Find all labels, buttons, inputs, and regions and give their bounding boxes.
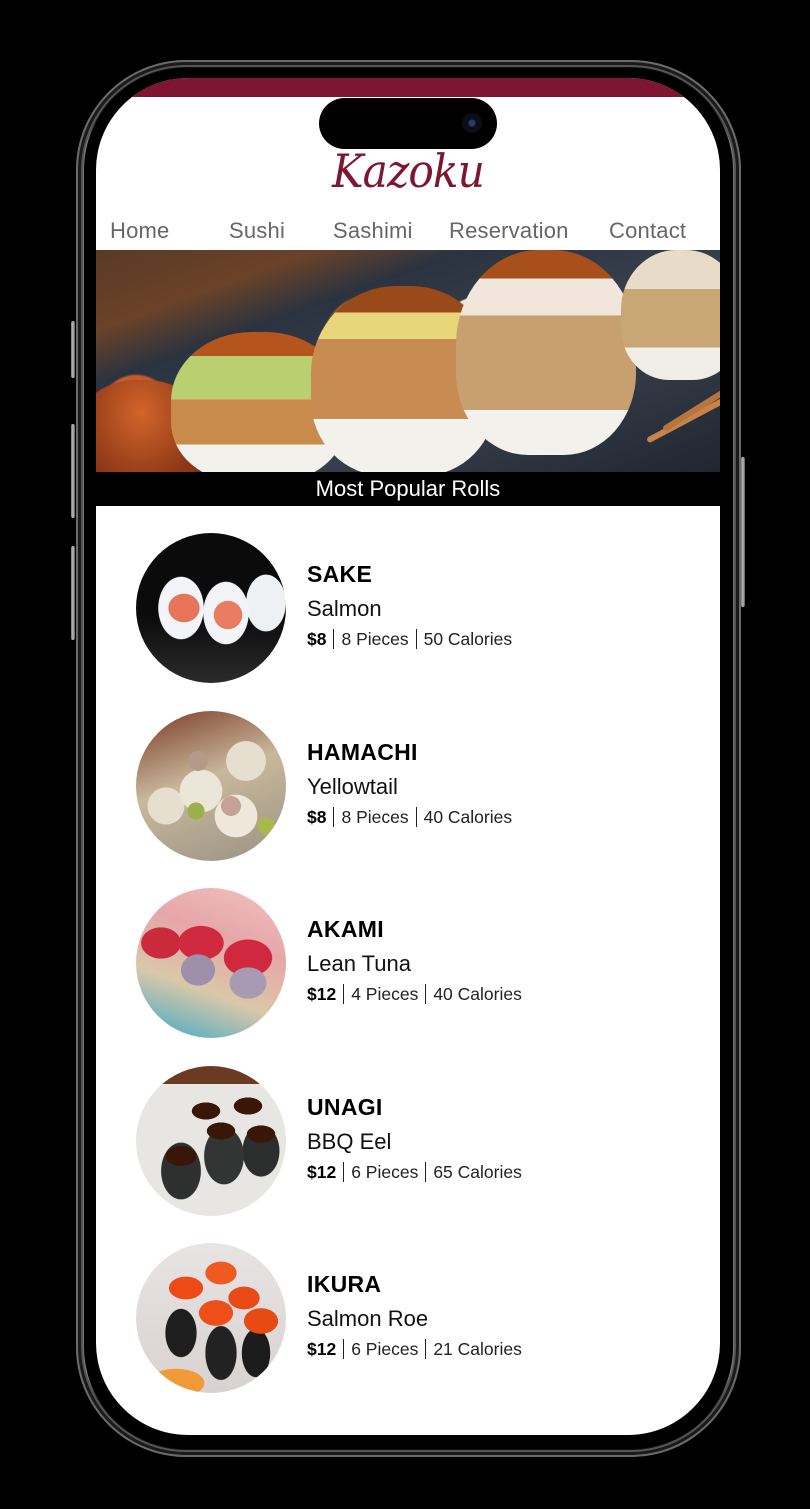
item-name: IKURA: [307, 1271, 382, 1297]
menu-item-hamachi[interactable]: HAMACHI Yellowtail $8 8 Pieces 40 Calories: [136, 711, 696, 861]
item-info: AKAMI Lean Tuna $12 4 Pieces 40 Calories: [307, 916, 522, 1005]
item-subtitle: Salmon Roe: [307, 1306, 429, 1331]
divider: [343, 1162, 345, 1182]
item-meta: $12 4 Pieces 40 Calories: [307, 984, 522, 1005]
divider: [343, 1339, 345, 1359]
item-calories: 50 Calories: [423, 629, 513, 649]
item-pieces: 6 Pieces: [351, 1339, 419, 1359]
item-name: SAKE: [307, 561, 373, 587]
divider: [333, 807, 335, 827]
divider: [425, 1162, 427, 1182]
nav-sushi[interactable]: Sushi: [229, 218, 285, 244]
item-calories: 65 Calories: [433, 1162, 522, 1182]
item-price: $8: [307, 629, 327, 649]
chopsticks: [662, 373, 720, 433]
divider: [343, 984, 345, 1004]
divider: [415, 807, 417, 827]
item-name: UNAGI: [307, 1094, 383, 1120]
eel-roll-photo: [136, 1066, 286, 1216]
item-meta: $8 8 Pieces 50 Calories: [307, 629, 512, 650]
divider: [415, 629, 417, 649]
menu-item-akami[interactable]: AKAMI Lean Tuna $12 4 Pieces 40 Calories: [136, 888, 696, 1038]
power-button: [741, 457, 745, 607]
item-calories: 40 Calories: [433, 984, 522, 1004]
phone-screen: Kazoku Home Sushi Sashimi Reservation Co…: [96, 78, 720, 1435]
nav-reservation[interactable]: Reservation: [449, 218, 569, 244]
item-meta: $8 8 Pieces 40 Calories: [307, 807, 512, 828]
nav-contact[interactable]: Contact: [609, 218, 686, 244]
item-subtitle: Lean Tuna: [307, 951, 411, 976]
item-name: AKAMI: [307, 916, 384, 942]
menu-item-unagi[interactable]: UNAGI BBQ Eel $12 6 Pieces 65 Calories: [136, 1066, 696, 1216]
menu-item-ikura[interactable]: IKURA Salmon Roe $12 6 Pieces 21 Calories: [136, 1243, 696, 1393]
nav-home[interactable]: Home: [110, 218, 170, 244]
item-subtitle: Yellowtail: [307, 774, 398, 799]
item-info: SAKE Salmon $8 8 Pieces 50 Calories: [307, 561, 512, 650]
item-price: $12: [307, 984, 337, 1004]
action-button: [71, 321, 75, 378]
hero-roll-5: [621, 250, 720, 380]
item-pieces: 8 Pieces: [341, 629, 409, 649]
menu-item-sake[interactable]: SAKE Salmon $8 8 Pieces 50 Calories: [136, 533, 696, 683]
hero-image: [96, 250, 720, 472]
tuna-roll-photo: [136, 888, 286, 1038]
item-price: $12: [307, 1162, 337, 1182]
nav-sashimi[interactable]: Sashimi: [333, 218, 413, 244]
item-info: HAMACHI Yellowtail $8 8 Pieces 40 Calories: [307, 739, 512, 828]
status-bar-accent: [96, 78, 720, 97]
item-info: UNAGI BBQ Eel $12 6 Pieces 65 Calories: [307, 1094, 522, 1183]
item-name: HAMACHI: [307, 739, 418, 765]
item-subtitle: Salmon: [307, 596, 382, 621]
item-pieces: 8 Pieces: [341, 807, 409, 827]
item-meta: $12 6 Pieces 65 Calories: [307, 1162, 522, 1183]
dynamic-island: [319, 98, 497, 149]
item-calories: 40 Calories: [423, 807, 513, 827]
salmon-roe-photo: [136, 1243, 286, 1393]
camera-icon: [462, 113, 482, 133]
item-pieces: 4 Pieces: [351, 984, 419, 1004]
hero-roll-4: [456, 250, 636, 455]
yellowtail-roll-photo: [136, 711, 286, 861]
volume-down-button: [71, 546, 75, 640]
divider: [425, 984, 427, 1004]
item-price: $12: [307, 1339, 337, 1359]
item-calories: 21 Calories: [433, 1339, 522, 1359]
site-logo[interactable]: Kazoku: [121, 144, 695, 198]
divider: [333, 629, 335, 649]
salmon-roll-photo: [136, 533, 286, 683]
item-info: IKURA Salmon Roe $12 6 Pieces 21 Calories: [307, 1271, 522, 1360]
item-pieces: 6 Pieces: [351, 1162, 419, 1182]
item-meta: $12 6 Pieces 21 Calories: [307, 1339, 522, 1360]
item-price: $8: [307, 807, 327, 827]
divider: [425, 1339, 427, 1359]
main-nav: Home Sushi Sashimi Reservation Contact: [96, 211, 720, 251]
item-subtitle: BBQ Eel: [307, 1129, 392, 1154]
volume-up-button: [71, 424, 75, 518]
hero-caption: Most Popular Rolls: [96, 472, 720, 506]
